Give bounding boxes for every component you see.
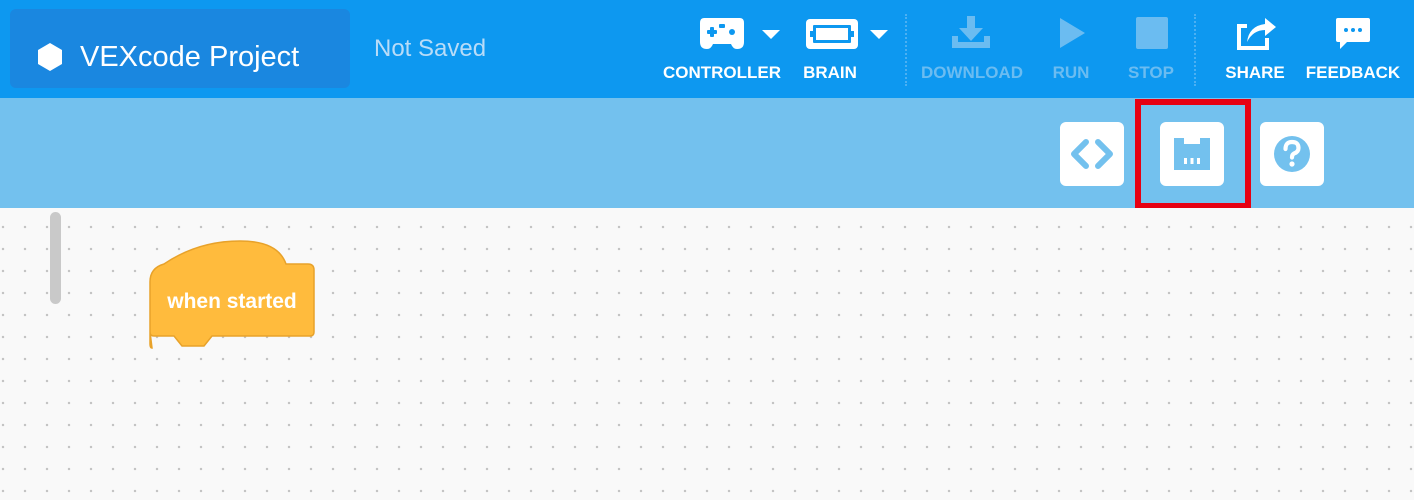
question-icon — [1274, 136, 1310, 172]
feedback-label: FEEDBACK — [1305, 63, 1401, 82]
save-status: Not Saved — [374, 35, 487, 62]
block-label: when started — [167, 290, 297, 313]
share-icon — [1237, 18, 1276, 50]
controller-label: CONTROLLER — [662, 63, 782, 82]
feedback-button[interactable]: FEEDBACK — [1300, 0, 1406, 98]
share-label: SHARE — [1225, 63, 1285, 82]
controller-button[interactable]: CONTROLLER — [660, 0, 784, 98]
project-title: VEXcode Project — [80, 41, 300, 73]
project-name-box[interactable]: VEXcode Project — [10, 9, 350, 88]
hexagon-icon — [38, 43, 62, 71]
stop-button[interactable]: STOP — [1120, 0, 1182, 98]
brain-label: BRAIN — [803, 63, 857, 82]
controller-chevron-down-icon[interactable] — [762, 30, 780, 39]
toolbar-divider — [905, 14, 907, 86]
share-button[interactable]: SHARE — [1215, 0, 1295, 98]
brain-chevron-down-icon[interactable] — [870, 30, 888, 39]
top-toolbar: VEXcode Project Not Saved CONTROLLER BRA… — [0, 0, 1414, 98]
download-icon — [952, 16, 990, 48]
code-brackets-icon — [1071, 139, 1113, 169]
brain-icon — [806, 19, 858, 49]
brain-button[interactable]: BRAIN — [790, 0, 890, 98]
workspace-scrollbar[interactable] — [50, 212, 61, 304]
stop-icon — [1136, 17, 1168, 49]
play-icon — [1060, 18, 1085, 48]
stop-label: STOP — [1128, 63, 1174, 82]
help-button[interactable] — [1260, 122, 1324, 186]
feedback-icon — [1336, 18, 1370, 49]
gamepad-icon — [700, 18, 744, 49]
toolbar-divider — [1194, 14, 1196, 86]
download-button[interactable]: DOWNLOAD — [912, 0, 1032, 98]
run-button[interactable]: RUN — [1040, 0, 1102, 98]
code-view-button[interactable] — [1060, 122, 1124, 186]
download-label: DOWNLOAD — [921, 63, 1023, 82]
highlight-frame — [1135, 99, 1251, 209]
run-label: RUN — [1052, 63, 1090, 82]
